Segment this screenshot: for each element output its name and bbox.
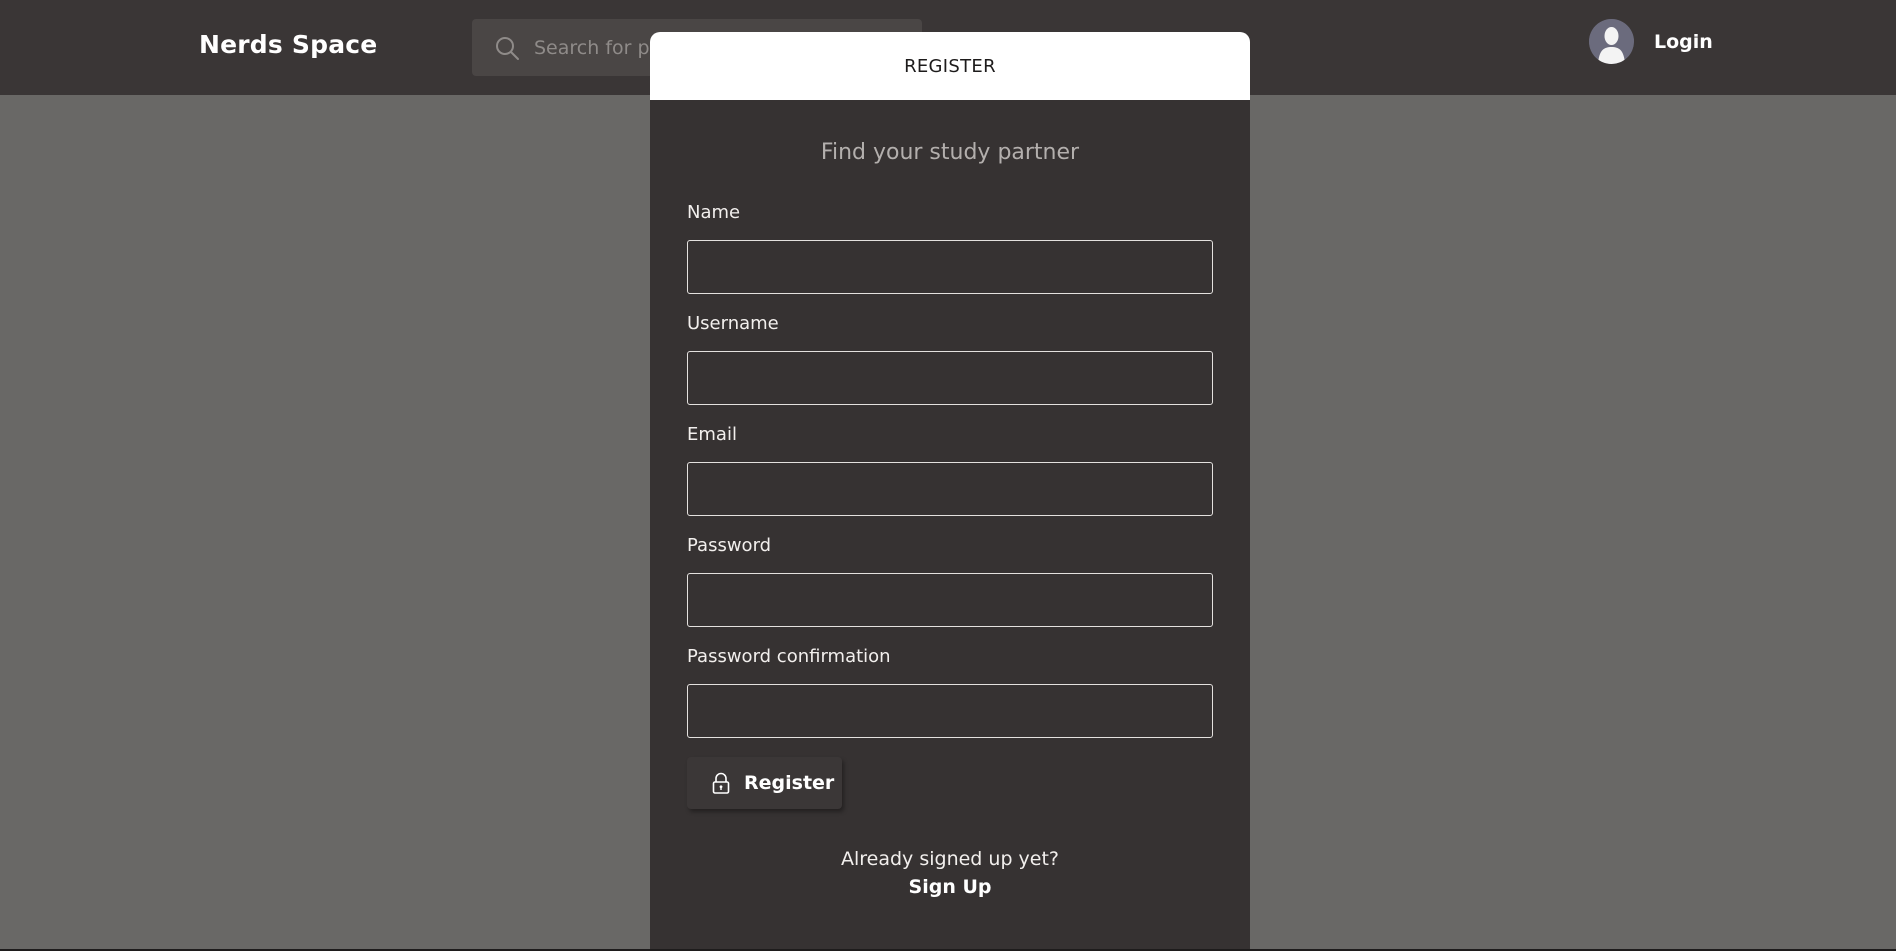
field-name: Name (687, 202, 1213, 294)
email-input[interactable] (687, 462, 1213, 516)
user-avatar-icon[interactable] (1589, 19, 1634, 64)
search-icon (494, 35, 520, 61)
field-password: Password (687, 535, 1213, 627)
login-link[interactable]: Login (1654, 31, 1713, 53)
username-label: Username (687, 313, 779, 334)
password-confirmation-input[interactable] (687, 684, 1213, 738)
password-confirmation-label: Password confirmation (687, 646, 891, 667)
field-email: Email (687, 424, 1213, 516)
sign-up-link[interactable]: Sign Up (687, 876, 1213, 898)
tagline: Find your study partner (820, 140, 1080, 165)
register-button-label: Register (744, 772, 835, 794)
password-label: Password (687, 535, 772, 556)
field-password-confirmation: Password confirmation (687, 646, 1213, 738)
field-username: Username (687, 313, 1213, 405)
modal-title: REGISTER (904, 55, 996, 77)
user-menu[interactable]: Login (1589, 19, 1713, 64)
password-input[interactable] (687, 573, 1213, 627)
register-modal: REGISTER Find your study partner Name Us… (650, 32, 1250, 951)
modal-header: REGISTER (650, 32, 1250, 100)
lock-icon (711, 772, 731, 794)
username-input[interactable] (687, 351, 1213, 405)
register-form: Find your study partner Name Username Em… (650, 140, 1250, 898)
name-label: Name (687, 202, 741, 223)
name-input[interactable] (687, 240, 1213, 294)
register-button[interactable]: Register (687, 757, 842, 809)
already-signed-up-text: Already signed up yet? (840, 848, 1060, 870)
brand-logo[interactable]: Nerds Space (199, 30, 377, 59)
email-label: Email (687, 424, 737, 445)
